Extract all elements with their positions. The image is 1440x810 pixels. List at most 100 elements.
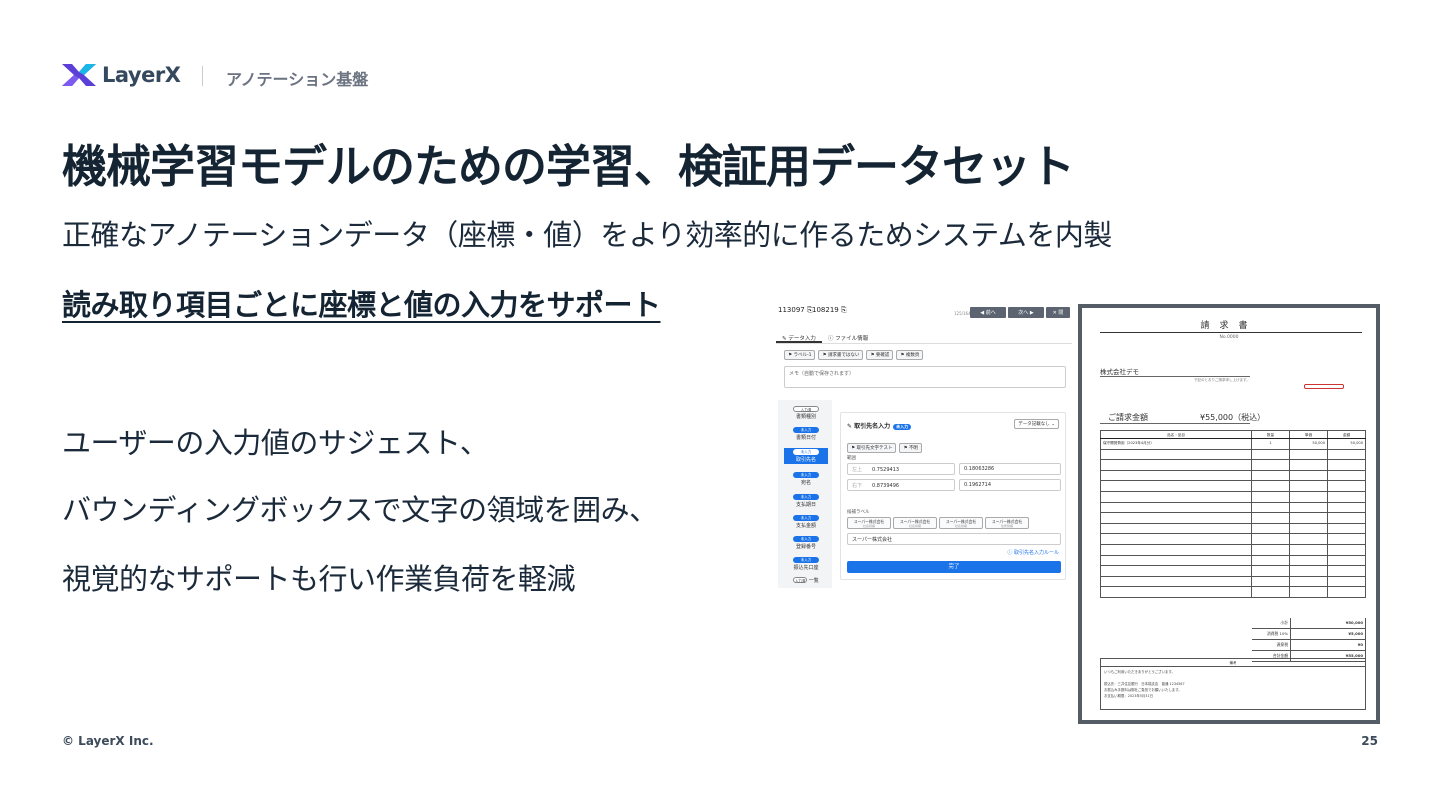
table-cell xyxy=(1100,491,1252,502)
table-row-empty xyxy=(1100,502,1366,514)
document-counter: 125/164 xyxy=(954,311,971,316)
field-item-vendor-name[interactable]: 未入力 取引先名 xyxy=(784,448,828,464)
field-item-doc-date[interactable]: 未入力 書類日付 xyxy=(784,427,828,441)
coord-y2-input[interactable]: 0.1962714 xyxy=(959,479,1061,491)
tag-unknown[interactable]: ⚑ 不明 xyxy=(899,443,922,453)
table-cell xyxy=(1100,534,1252,544)
table-cell xyxy=(1100,555,1252,566)
table-cell xyxy=(1328,481,1366,491)
field-item-addressee[interactable]: 未入力 宛名 xyxy=(784,472,828,486)
panel-tags: ⚑ 取引先文字テスト ⚑ 不明 xyxy=(847,443,922,453)
table-cell xyxy=(1252,534,1290,544)
coord-y1-input[interactable]: 0.18063286 xyxy=(959,463,1061,475)
layerx-logo: LayerX xyxy=(62,60,181,90)
field-item-list[interactable]: 入力済 一覧 xyxy=(784,577,828,584)
tag-needs-check[interactable]: ⚑ 要確認 xyxy=(866,350,894,360)
coord-x2-input[interactable]: 右下 0.8739496 xyxy=(847,479,955,491)
table-row-empty xyxy=(1100,555,1366,567)
table-row: 保守開発費用（2023年4月分） 1 50,000 50,000 xyxy=(1100,439,1366,450)
tag-vendor-test[interactable]: ⚑ 取引先文字テスト xyxy=(847,443,897,453)
table-row-empty xyxy=(1100,513,1366,524)
table-cell xyxy=(1100,513,1252,523)
column-header: 数量 xyxy=(1252,431,1290,438)
table-cell xyxy=(1252,460,1290,470)
panel-status-badge: 未入力 xyxy=(893,424,912,430)
tag-not-invoice[interactable]: ⚑ 請求書ではない xyxy=(818,350,864,360)
invoice-remarks: 備考 いつもご利用いただきありがとうございます。 振込先：三井住友銀行 日本橋支… xyxy=(1100,658,1366,710)
table-cell: 保守開発費用（2023年4月分） xyxy=(1100,439,1252,449)
layerx-logo-icon xyxy=(62,64,96,86)
table-row-empty xyxy=(1100,470,1366,482)
no-data-dropdown[interactable]: データ記載なし ⌄ xyxy=(1014,419,1059,429)
field-item-bank-account[interactable]: 未入力 振込先口座 xyxy=(784,557,828,571)
table-row-empty xyxy=(1100,523,1366,535)
table-cell xyxy=(1252,491,1290,502)
candidate-chip[interactable]: スーパー株式会社 住所候補 xyxy=(985,517,1029,529)
field-entry-panel: ✎ 取引先名入力 未入力 データ記載なし ⌄ ⚑ 取引先文字テスト ⚑ 不明 範囲… xyxy=(840,412,1066,580)
footer-copyright: © LayerX Inc. xyxy=(62,734,154,748)
table-cell xyxy=(1252,544,1290,555)
table-cell xyxy=(1328,449,1366,460)
invoice-note: 下記のとおりご請求申し上げます。 xyxy=(1194,378,1250,382)
invoice-total-value: ¥55,000（税込） xyxy=(1200,413,1266,422)
invoice-title-rule xyxy=(1100,332,1362,333)
table-cell xyxy=(1100,544,1252,555)
invoice-customer-rule xyxy=(1100,376,1250,377)
range-label: 範囲 xyxy=(847,456,856,461)
field-list: 入力済 書類種別 未入力 書類日付 未入力 取引先名 未入力 宛名 未入力 支払期日 未入… xyxy=(778,400,832,588)
bounding-box-highlight[interactable] xyxy=(1304,384,1344,389)
page-number: 25 xyxy=(1361,734,1378,748)
coord-x1-input[interactable]: 左上 0.7529413 xyxy=(847,463,955,475)
field-item-amount[interactable]: 未入力 支払金額 xyxy=(784,515,828,529)
candidate-chip[interactable]: スーパー株式会社 社名候補 xyxy=(939,517,983,529)
summary-row: 源泉税 ¥0 xyxy=(1252,640,1366,651)
prev-button[interactable]: ◀ 前へ xyxy=(970,307,1006,318)
table-cell xyxy=(1290,566,1328,576)
invoice-summary: 小計 ¥50,000 消費税 10% ¥5,000 源泉税 ¥0 合計金額 ¥55,00… xyxy=(1252,618,1366,662)
tag-label-1[interactable]: ⚑ ラベル-1 xyxy=(784,350,816,360)
tab-file-info[interactable]: ⓘ ファイル情報 xyxy=(822,332,874,343)
value-input[interactable]: スーパー株式会社 xyxy=(847,533,1061,545)
rule-link[interactable]: ⓘ 取引先名入力ルール xyxy=(1007,549,1059,556)
tag-multi-page[interactable]: ⚑ 複数頁 xyxy=(896,350,924,360)
document-id-2: 108219 ⎘ xyxy=(812,306,847,314)
invoice-document-screenshot: 請求書 No.0000 株式会社デモ 下記のとおりご請求申し上げます。 ご請求金… xyxy=(1078,304,1380,724)
table-cell xyxy=(1290,449,1328,460)
table-cell xyxy=(1100,587,1252,597)
invoice-line-items-table: 品名・品目 数量 単価 金額 保守開発費用（2023年4月分） 1 50,000… xyxy=(1100,430,1366,598)
next-button[interactable]: 次へ ▶ xyxy=(1008,307,1044,318)
table-cell xyxy=(1328,555,1366,566)
candidate-chip[interactable]: スーパー株式会社 社名候補 xyxy=(893,517,937,529)
done-button[interactable]: 完了 xyxy=(847,561,1061,573)
candidate-list: スーパー株式会社 社名候補 スーパー株式会社 社名候補 スーパー株式会社 社名候補 ス… xyxy=(847,517,1029,529)
table-cell xyxy=(1290,491,1328,502)
table-cell xyxy=(1328,566,1366,576)
field-item-due-date[interactable]: 未入力 支払期日 xyxy=(784,494,828,508)
field-item-doc-type[interactable]: 入力済 書類種別 xyxy=(784,406,828,420)
column-header: 単価 xyxy=(1290,431,1328,438)
candidate-chip[interactable]: スーパー株式会社 社名候補 xyxy=(847,517,891,529)
invoice-total-rule xyxy=(1100,423,1250,424)
table-row-empty xyxy=(1100,566,1366,577)
remarks-header: 備考 xyxy=(1101,659,1365,667)
table-row-empty xyxy=(1100,491,1366,503)
invoice-customer: 株式会社デモ xyxy=(1100,368,1139,376)
table-row-empty xyxy=(1100,587,1366,598)
table-cell xyxy=(1328,502,1366,513)
close-button[interactable]: ✕ 閉 xyxy=(1046,307,1070,318)
table-cell xyxy=(1100,481,1252,491)
table-cell xyxy=(1290,523,1328,534)
table-cell xyxy=(1290,513,1328,523)
table-row-empty xyxy=(1100,534,1366,545)
summary-row: 消費税 10% ¥5,000 xyxy=(1252,629,1366,640)
bullet-bbox: バウンディングボックスで文字の領域を囲み、 xyxy=(62,493,658,527)
tab-data-entry[interactable]: ✎ データ入力 xyxy=(776,332,822,343)
table-cell xyxy=(1328,513,1366,523)
table-cell xyxy=(1290,470,1328,481)
field-item-reg-number[interactable]: 未入力 登録番号 xyxy=(784,536,828,550)
table-cell xyxy=(1290,534,1328,544)
table-cell xyxy=(1252,555,1290,566)
product-label: アノテーション基盤 xyxy=(226,70,369,89)
table-row-empty xyxy=(1100,576,1366,588)
memo-textarea[interactable]: メモ（自動で保存されます） xyxy=(784,366,1066,388)
